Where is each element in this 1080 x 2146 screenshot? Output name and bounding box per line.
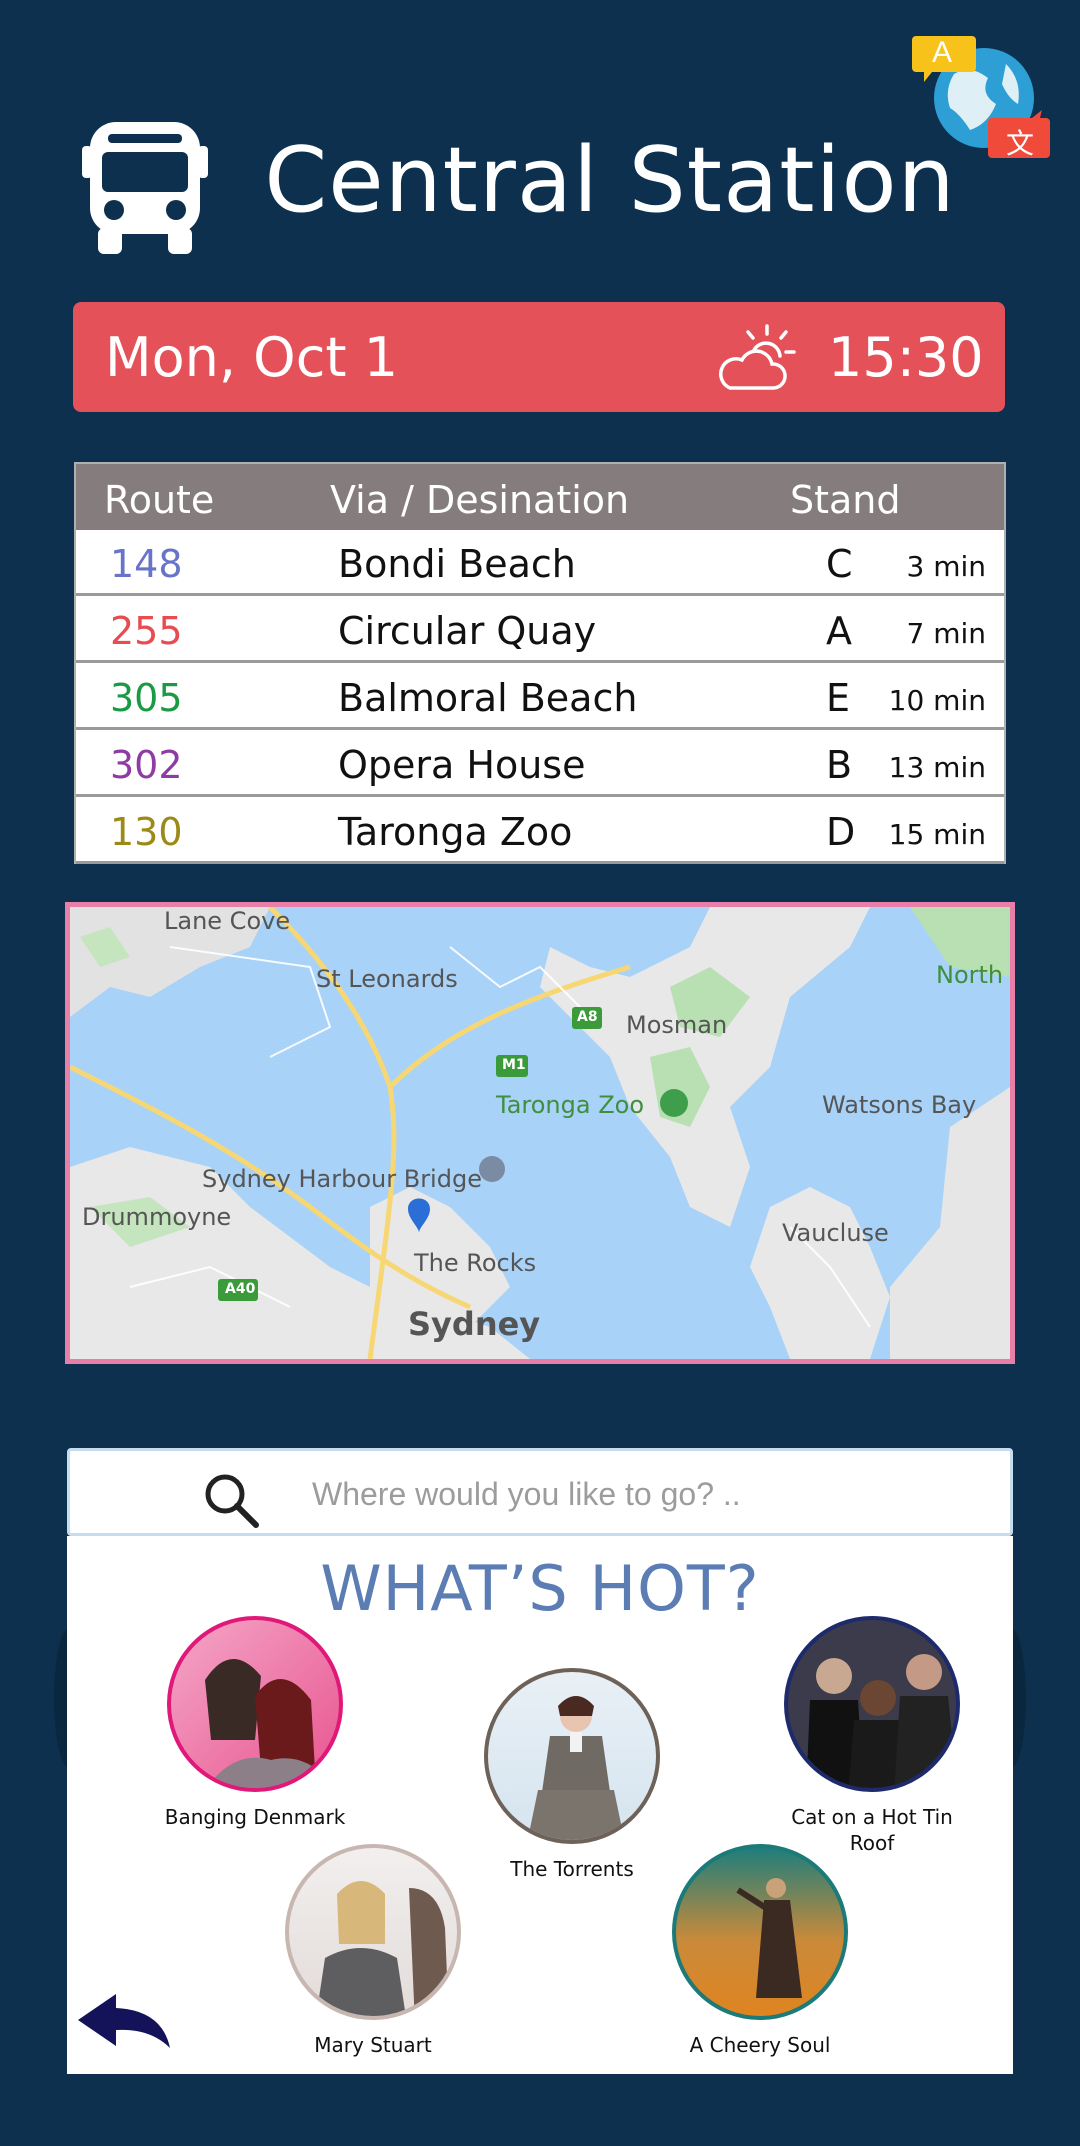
show-name: Banging Denmark	[164, 1805, 346, 1829]
date-text: Mon, Oct 1	[105, 326, 399, 389]
whats-hot-panel: WHAT’S HOT? Banging Denmark The Torrents…	[67, 1536, 1013, 2074]
show-name: A Cheery Soul	[689, 2033, 831, 2057]
stand-letter: D	[826, 810, 856, 854]
route-number: 302	[110, 743, 183, 787]
destination-name: Bondi Beach	[338, 542, 576, 586]
departures-table: Route Via / Desination Stand 148 Bondi Be…	[74, 462, 1006, 864]
show-thumbnail[interactable]	[167, 1616, 343, 1792]
table-row[interactable]: 148 Bondi Beach C 3 min	[76, 530, 1004, 596]
show-card-cat-on-a-hot-tin-roof[interactable]: Cat on a Hot Tin Roof	[767, 1616, 977, 1856]
show-card-mary-stuart[interactable]: Mary Stuart	[268, 1844, 478, 2058]
map-label: Watsons Bay	[822, 1091, 977, 1119]
show-card-banging-denmark[interactable]: Banging Denmark	[150, 1616, 360, 1830]
partly-sunny-icon	[719, 324, 796, 390]
route-number: 255	[110, 609, 183, 653]
show-card-the-torrents[interactable]: The Torrents	[467, 1668, 677, 1882]
table-row[interactable]: 130 Taronga Zoo D 15 min	[76, 798, 1004, 864]
show-thumbnail[interactable]	[484, 1668, 660, 1844]
station-title: Central Station	[264, 128, 956, 233]
stand-letter: C	[826, 542, 853, 586]
road-shield: A8	[577, 1009, 598, 1025]
whats-hot-title: WHAT’S HOT?	[320, 1552, 760, 1625]
translate-glyph-a: A	[932, 36, 953, 69]
route-number: 148	[110, 542, 183, 586]
show-thumbnail[interactable]	[672, 1844, 848, 2020]
map-label: Mosman	[626, 1011, 728, 1039]
destination-name: Circular Quay	[338, 609, 597, 653]
table-row[interactable]: 302 Opera House B 13 min	[76, 731, 1004, 797]
road-shield: M1	[502, 1057, 526, 1073]
eta-time: 7 min	[906, 617, 986, 650]
destination-name: Balmoral Beach	[338, 676, 638, 720]
search-box[interactable]	[67, 1448, 1013, 1536]
date-time-bar: Mon, Oct 1 15:30	[73, 302, 1005, 412]
table-header: Route Via / Desination Stand	[76, 464, 1004, 530]
map-label: Taronga Zoo	[496, 1091, 645, 1119]
map-label: The Rocks	[414, 1249, 537, 1277]
time-text: 15:30	[828, 326, 984, 389]
column-header-stand: Stand	[790, 478, 901, 522]
search-input[interactable]	[310, 1465, 974, 1523]
stand-letter: B	[826, 743, 853, 787]
column-header-route: Route	[104, 478, 215, 522]
destination-name: Taronga Zoo	[338, 810, 573, 854]
map-label: North H	[936, 961, 1010, 989]
translate-glyph-b: 文	[1006, 128, 1035, 159]
destination-name: Opera House	[338, 743, 586, 787]
show-name: The Torrents	[510, 1857, 634, 1881]
back-arrow-icon[interactable]	[76, 1990, 172, 2050]
map-label: Sydney	[408, 1305, 541, 1343]
route-number: 130	[110, 810, 183, 854]
search-icon[interactable]	[202, 1471, 260, 1529]
bus-icon	[82, 122, 208, 254]
show-card-a-cheery-soul[interactable]: A Cheery Soul	[655, 1844, 865, 2058]
show-thumbnail[interactable]	[285, 1844, 461, 2020]
road-shield: A40	[225, 1281, 256, 1297]
table-row[interactable]: 255 Circular Quay A 7 min	[76, 597, 1004, 663]
eta-time: 10 min	[888, 684, 986, 717]
table-row[interactable]: 305 Balmoral Beach E 10 min	[76, 664, 1004, 730]
show-name: Mary Stuart	[314, 2033, 432, 2057]
route-number: 305	[110, 676, 183, 720]
column-header-destination: Via / Desination	[330, 478, 630, 522]
route-map[interactable]: Lane Cove St Leonards North H Mosman Tar…	[65, 902, 1015, 1364]
translate-icon[interactable]: A 文	[910, 34, 1052, 162]
map-label: Vaucluse	[782, 1219, 889, 1247]
map-label: Drummoyne	[82, 1203, 232, 1231]
eta-time: 3 min	[906, 550, 986, 583]
stand-letter: A	[826, 609, 852, 653]
map-label: Lane Cove	[164, 907, 291, 935]
stand-letter: E	[826, 676, 851, 720]
eta-time: 15 min	[888, 818, 986, 851]
map-canvas	[70, 907, 1010, 1359]
map-label: Sydney Harbour Bridge	[202, 1165, 482, 1193]
show-thumbnail[interactable]	[784, 1616, 960, 1792]
map-label: St Leonards	[316, 965, 458, 993]
eta-time: 13 min	[888, 751, 986, 784]
